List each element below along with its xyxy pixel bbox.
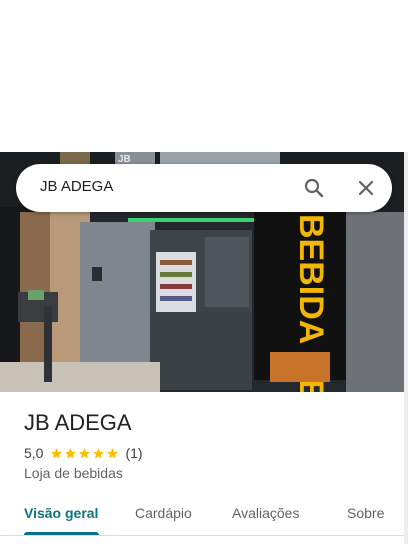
- place-info-panel: JB ADEGA 5,0 (1) Loja de bebidas Visão g…: [0, 392, 404, 544]
- map-area: [0, 0, 408, 152]
- tab-overview[interactable]: Visão geral: [24, 505, 98, 521]
- star-icon: [93, 447, 105, 458]
- star-icon: [107, 447, 119, 458]
- star-icon: [51, 447, 63, 458]
- tab-menu[interactable]: Cardápio: [135, 505, 192, 521]
- place-name: JB ADEGA: [24, 410, 132, 435]
- star-icon: [79, 447, 91, 458]
- close-icon[interactable]: [354, 176, 378, 200]
- search-icon[interactable]: [302, 176, 326, 200]
- rating-stars: [50, 447, 120, 460]
- scrollbar[interactable]: [404, 152, 408, 544]
- tab-reviews[interactable]: Avaliações: [232, 505, 299, 521]
- search-bar[interactable]: JB ADEGA: [16, 164, 392, 212]
- review-count[interactable]: (1): [125, 445, 142, 461]
- place-category[interactable]: Loja de bebidas: [24, 465, 123, 481]
- search-input[interactable]: JB ADEGA: [40, 178, 113, 195]
- tab-divider: [0, 535, 404, 536]
- tab-about[interactable]: Sobre: [347, 505, 384, 521]
- rating-row[interactable]: 5,0 (1): [24, 445, 143, 461]
- rating-value: 5,0: [24, 445, 44, 461]
- star-icon: [65, 447, 77, 458]
